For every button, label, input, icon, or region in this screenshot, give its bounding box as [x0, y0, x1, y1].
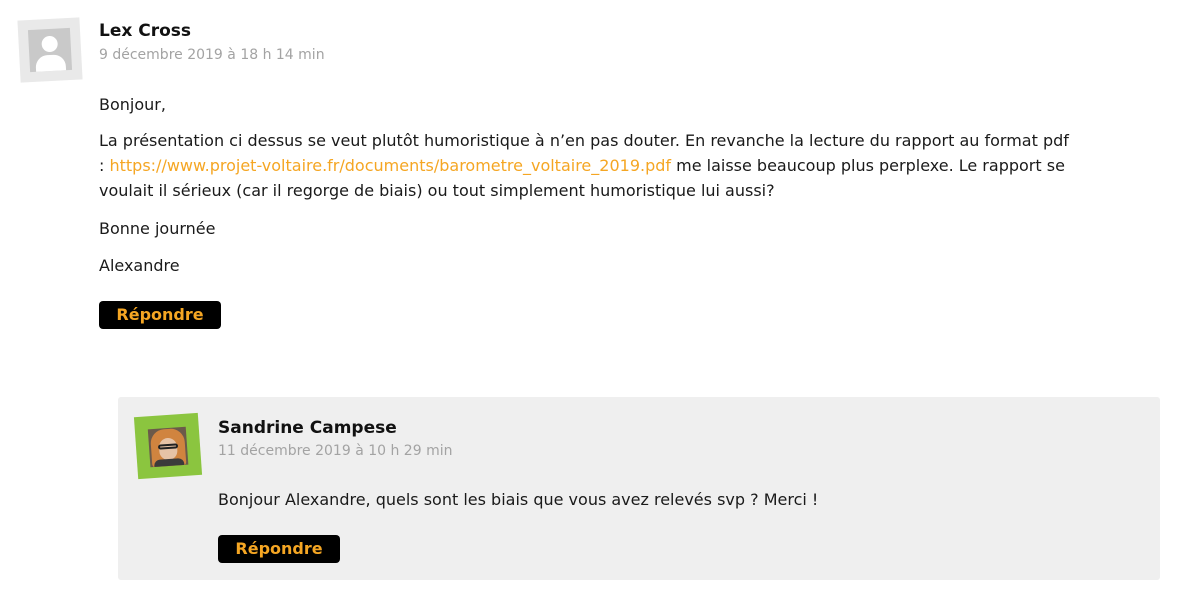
reply-button[interactable]: Répondre [218, 535, 340, 563]
comment-greeting: Bonjour, [99, 95, 166, 114]
comment-body: Bonjour Alexandre, quels sont les biais … [218, 490, 819, 509]
comment-date: 9 décembre 2019 à 18 h 14 min [99, 47, 325, 63]
comment-lex-cross: Lex Cross 9 décembre 2019 à 18 h 14 min … [0, 0, 1190, 360]
comment-author: Sandrine Campese [218, 418, 397, 438]
comment-date: 11 décembre 2019 à 10 h 29 min [218, 443, 453, 459]
user-photo-avatar [147, 426, 189, 468]
comment-author: Lex Cross [99, 21, 192, 41]
reply-button[interactable]: Répondre [99, 301, 221, 329]
pdf-report-link[interactable]: https://www.projet-voltaire.fr/documents… [109, 156, 671, 175]
comment-body: La présentation ci dessus se veut plutôt… [99, 128, 1079, 203]
comment-reply-sandrine-campese: Sandrine Campese 11 décembre 2019 à 10 h… [118, 397, 1160, 580]
avatar [17, 17, 83, 83]
comment-closing: Bonne journée [99, 219, 216, 238]
comment-signature: Alexandre [99, 256, 180, 275]
default-user-avatar-icon [27, 27, 73, 73]
avatar [133, 412, 203, 480]
